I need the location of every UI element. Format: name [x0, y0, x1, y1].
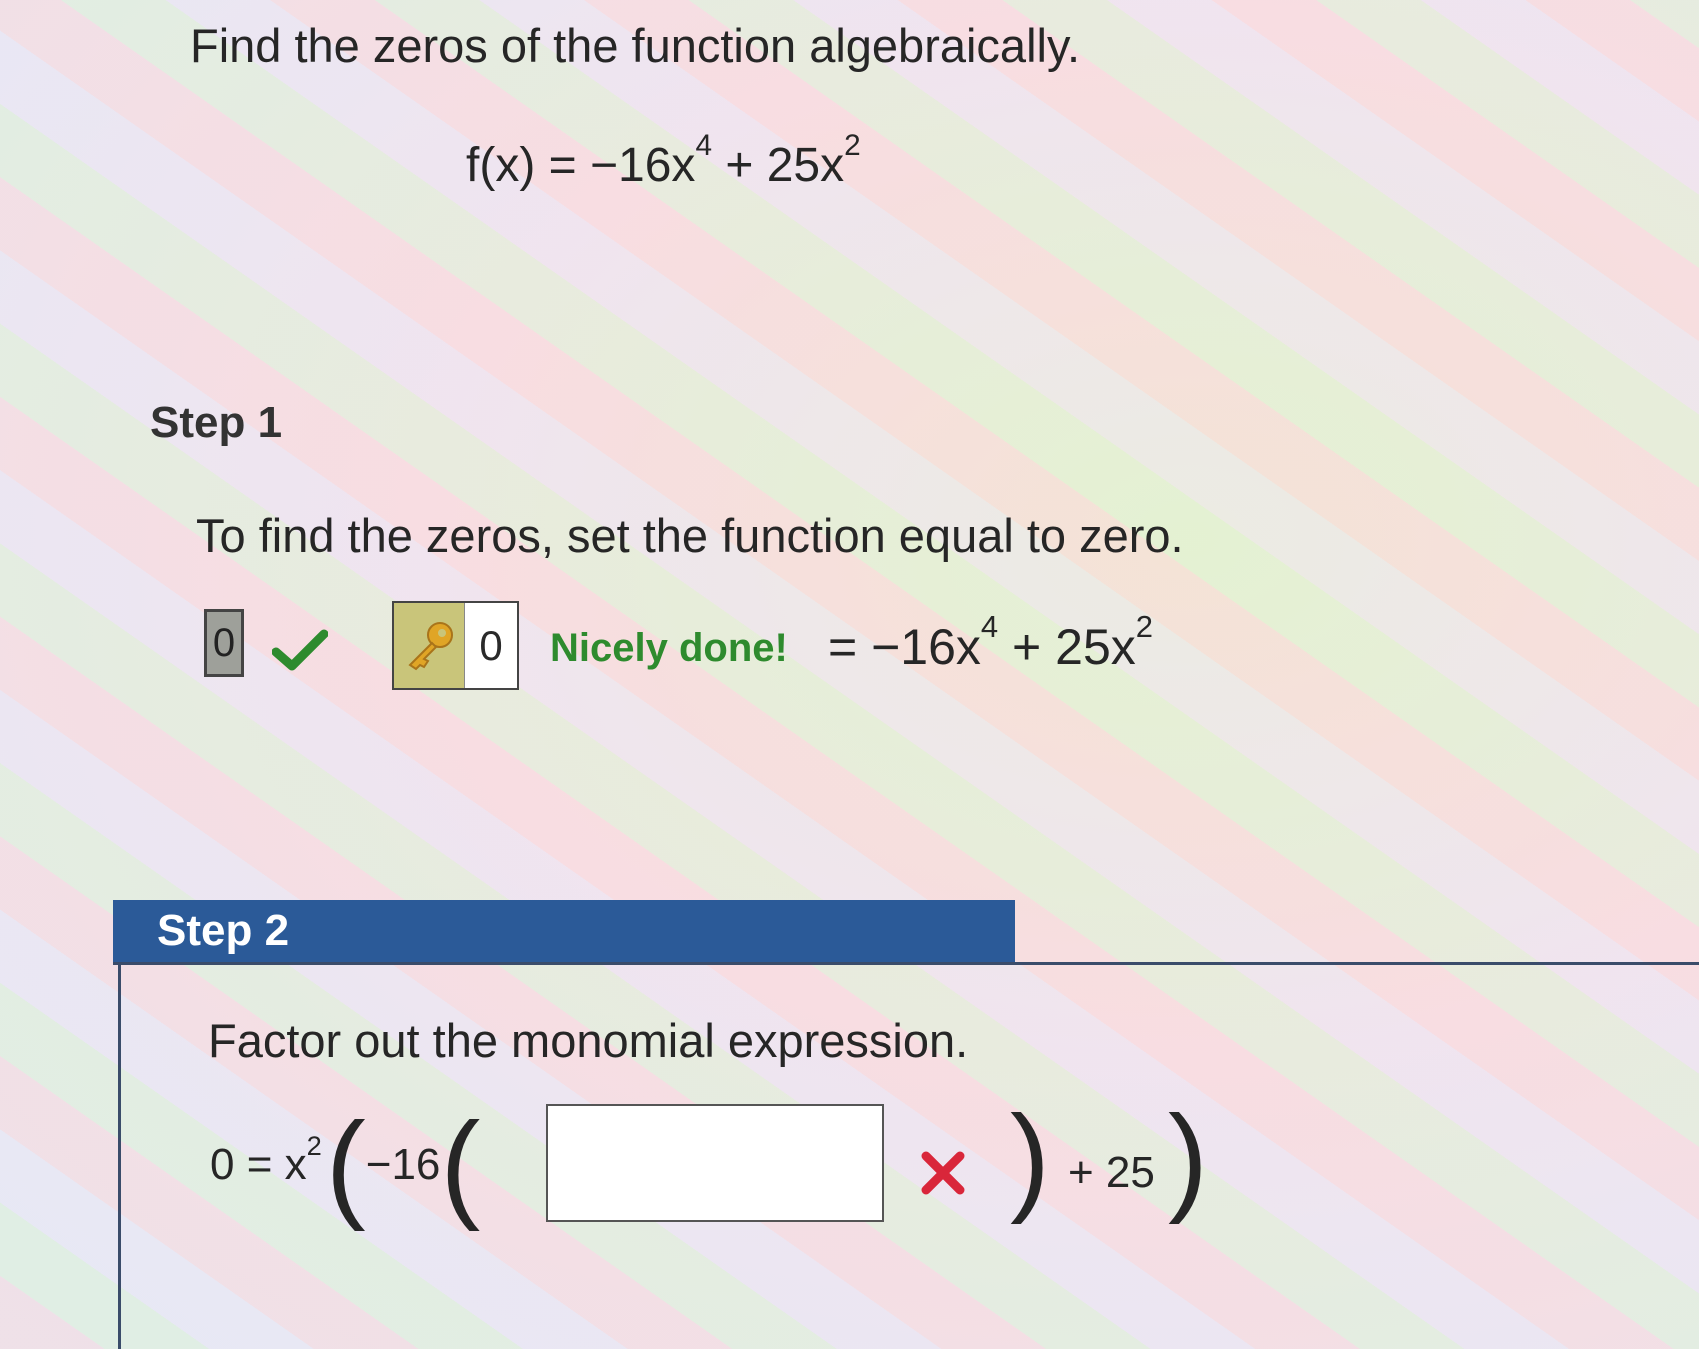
rhs-exponent-2: 2 [1135, 608, 1154, 644]
step1-instruction: To find the zeros, set the function equa… [196, 509, 1184, 562]
close-paren-outer: ) [1168, 1091, 1208, 1225]
problem-title: Find the zeros of the function algebraic… [190, 19, 1081, 72]
key-value: 0 [464, 603, 517, 688]
step1-equation-rhs: = −16x4 + 25x2 [828, 609, 1153, 676]
eq-tail: + 25 [1068, 1148, 1155, 1197]
close-paren-inner: ) [1010, 1091, 1050, 1225]
function-exponent-4: 4 [695, 129, 712, 163]
eq-exponent: 2 [306, 1129, 322, 1161]
incorrect-x-icon [921, 1151, 965, 1195]
open-paren-inner: ( [440, 1098, 481, 1232]
problem-function: f(x) = −16x4 + 25x2 [466, 129, 861, 193]
eq-coefficient: −16 [365, 1140, 441, 1189]
step1-title: Step 1 [150, 398, 283, 447]
answer-key-box[interactable]: 0 [392, 601, 519, 690]
open-paren-outer: ( [325, 1098, 366, 1232]
rhs-mid: + 25x [998, 619, 1136, 675]
function-lhs: f(x) = −16x [466, 139, 696, 192]
checkmark-icon [272, 629, 328, 671]
factor-equation: 0 = x2 ( −16 ( [210, 1100, 480, 1230]
step2-instruction: Factor out the monomial expression. [208, 1014, 969, 1067]
step2-left-border [118, 965, 121, 1349]
function-exponent-2: 2 [844, 129, 861, 163]
key-icon[interactable] [394, 603, 464, 688]
feedback-message: Nicely done! [550, 626, 788, 670]
eq-start: 0 = x [210, 1140, 307, 1189]
function-mid: + 25x [711, 139, 845, 192]
step2-divider [113, 962, 1699, 965]
rhs-lhs: = −16x [828, 619, 981, 675]
step1-answer-field[interactable]: 0 [204, 609, 244, 677]
step2-header: Step 2 [113, 900, 1015, 964]
factor-input[interactable] [546, 1104, 884, 1222]
rhs-exponent-4: 4 [980, 608, 999, 644]
